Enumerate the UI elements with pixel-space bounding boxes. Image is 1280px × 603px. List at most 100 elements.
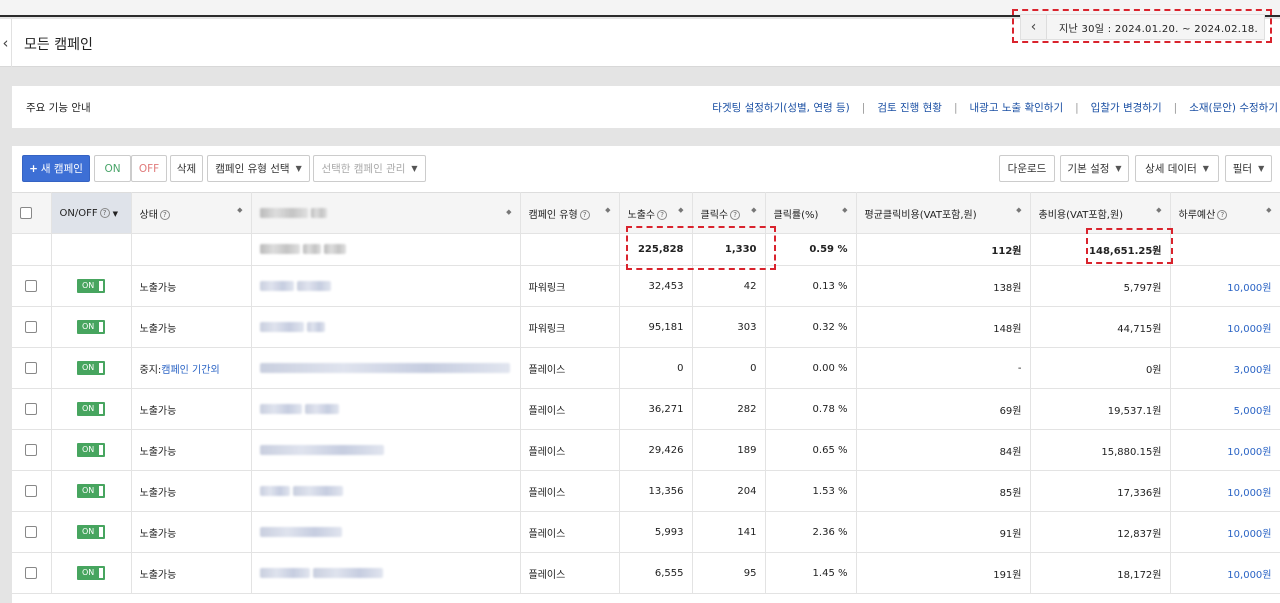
header-campaign-name[interactable]: ◆: [251, 192, 521, 234]
on-toggle[interactable]: ON: [77, 279, 105, 293]
clicks-cell: 42: [692, 265, 766, 307]
header-clicks[interactable]: 클릭수? ◆: [692, 192, 766, 234]
impressions-cell: 0: [619, 347, 693, 389]
header-total-cost[interactable]: 총비용(VAT포함,원) ◆: [1030, 192, 1171, 234]
row-select-cell: [12, 429, 52, 471]
sort-icon[interactable]: ◆: [842, 206, 847, 214]
campaign-name-cell[interactable]: [251, 470, 521, 512]
campaign-name-cell[interactable]: [251, 552, 521, 594]
campaign-name-cell[interactable]: [251, 347, 521, 389]
table-row[interactable]: ON 노출가능 플레이스 13,356 204 1.53 % 85원 17,336원 10,0…: [12, 470, 1280, 512]
daily-budget-link[interactable]: 10,000원: [1170, 552, 1280, 594]
row-checkbox[interactable]: [25, 526, 38, 538]
campaign-name-cell[interactable]: [251, 429, 521, 471]
select-all-checkbox[interactable]: [20, 207, 32, 219]
impressions-cell: 95,181: [619, 306, 693, 348]
table-row[interactable]: ON 노출가능 플레이스 5,993 141 2.36 % 91원 12,837원 10,000…: [12, 511, 1280, 553]
daily-budget-link[interactable]: 10,000원: [1170, 511, 1280, 553]
delete-button[interactable]: 삭제: [170, 155, 203, 182]
guide-link-my-ad-check[interactable]: 내광고 노출 확인하기: [970, 100, 1064, 115]
guide-link-review-status[interactable]: 검토 진행 현황: [877, 100, 942, 115]
separator: |: [861, 101, 866, 114]
summary-avg-cpc: 112원: [856, 233, 1031, 266]
daily-budget-link[interactable]: 10,000원: [1170, 429, 1280, 471]
campaign-type-select[interactable]: 캠페인 유형 선택 ▼: [207, 155, 310, 182]
on-button[interactable]: ON: [94, 155, 131, 182]
basic-settings-select[interactable]: 기본 설정 ▼: [1060, 155, 1129, 182]
campaign-name-cell[interactable]: [251, 388, 521, 430]
help-icon[interactable]: ?: [159, 209, 170, 220]
campaign-name-cell[interactable]: [251, 265, 521, 307]
manage-selected-select[interactable]: 선택한 캠페인 관리 ▼: [313, 155, 426, 182]
help-icon[interactable]: ?: [579, 209, 590, 220]
ctr-cell: 0.13 %: [765, 265, 857, 307]
guide-link-targeting[interactable]: 타겟팅 설정하기(성별, 연령 등): [712, 100, 849, 115]
help-icon[interactable]: ?: [657, 209, 668, 220]
avg-cpc-cell: -: [856, 347, 1031, 389]
table-row[interactable]: ON 노출가능 파워링크 95,181 303 0.32 % 148원 44,715원 10,…: [12, 306, 1280, 348]
header-onoff[interactable]: ON/OFF? ▼: [51, 192, 132, 234]
daily-budget-link[interactable]: 10,000원: [1170, 306, 1280, 348]
header-avg-cpc[interactable]: 평균클릭비용(VAT포함,원) ◆: [856, 192, 1031, 234]
sort-icon[interactable]: ◆: [506, 208, 511, 216]
guide-link-edit-creative[interactable]: 소재(문안) 수정하기: [1189, 100, 1278, 115]
blurred-text: [302, 244, 321, 254]
sort-icon[interactable]: ◆: [605, 206, 610, 214]
row-checkbox[interactable]: [25, 362, 38, 374]
help-icon[interactable]: ?: [730, 209, 741, 220]
header-impressions[interactable]: 노출수? ◆: [619, 192, 693, 234]
status-link[interactable]: 캠페인 기간외: [161, 365, 219, 376]
table-row[interactable]: ON 중지:캠페인 기간외 플레이스 0 0 0.00 % -0원 3,000원: [12, 347, 1280, 389]
daily-budget-link[interactable]: 3,000원: [1170, 347, 1280, 389]
table-row[interactable]: ON 노출가능 플레이스 29,426 189 0.65 % 84원 15,880.15원 10…: [12, 429, 1280, 471]
help-icon[interactable]: ?: [99, 207, 110, 218]
ctr-cell: 2.36 %: [765, 511, 857, 553]
blurred-campaign-name: [259, 526, 342, 537]
sort-icon[interactable]: ◆: [678, 206, 683, 214]
row-checkbox[interactable]: [25, 403, 38, 415]
filter-select[interactable]: 필터 ▼: [1225, 155, 1272, 182]
new-campaign-button[interactable]: + 새 캠페인: [22, 155, 90, 182]
row-checkbox[interactable]: [25, 321, 38, 333]
impressions-cell: 29,426: [619, 429, 693, 471]
header-ctr[interactable]: 클릭률(%) ◆: [765, 192, 857, 234]
detail-data-select[interactable]: 상세 데이터 ▼: [1135, 155, 1219, 182]
download-button[interactable]: 다운로드: [999, 155, 1055, 182]
campaign-table: ON/OFF? ▼ 상태? ◆ ◆ 캠페인 유형? ◆ 노출수? ◆ 클릭수? ◆ 클릭률…: [12, 192, 1280, 594]
on-toggle[interactable]: ON: [77, 402, 105, 416]
sort-icon[interactable]: ◆: [1156, 206, 1161, 214]
header-campaign-type[interactable]: 캠페인 유형? ◆: [520, 192, 620, 234]
on-toggle[interactable]: ON: [77, 525, 105, 539]
guide-link-change-bid[interactable]: 입찰가 변경하기: [1091, 100, 1162, 115]
row-checkbox[interactable]: [25, 280, 38, 292]
sort-icon[interactable]: ◆: [751, 206, 756, 214]
on-toggle[interactable]: ON: [77, 484, 105, 498]
daily-budget-link[interactable]: 5,000원: [1170, 388, 1280, 430]
on-toggle[interactable]: ON: [77, 566, 105, 580]
daily-budget-link[interactable]: 10,000원: [1170, 470, 1280, 512]
avg-cpc-cell: 91원: [856, 511, 1031, 553]
impressions-cell: 32,453: [619, 265, 693, 307]
table-row[interactable]: ON 노출가능 플레이스 36,271 282 0.78 % 69원 19,537.1원 5,…: [12, 388, 1280, 430]
table-row[interactable]: ON 노출가능 파워링크 32,453 42 0.13 % 138원 5,797원 10,00…: [12, 265, 1280, 307]
on-toggle[interactable]: ON: [77, 320, 105, 334]
sort-icon[interactable]: ◆: [1016, 206, 1021, 214]
ctr-cell: 0.65 %: [765, 429, 857, 471]
row-checkbox[interactable]: [25, 485, 38, 497]
table-row[interactable]: ON 노출가능 플레이스 6,555 95 1.45 % 191원 18,172원 10,00…: [12, 552, 1280, 594]
campaign-name-cell[interactable]: [251, 306, 521, 348]
on-toggle[interactable]: ON: [77, 443, 105, 457]
header-daily-budget[interactable]: 하루예산? ◆: [1170, 192, 1280, 234]
blurred-campaign-name: [259, 280, 294, 291]
row-checkbox[interactable]: [25, 444, 38, 456]
help-icon[interactable]: ?: [1217, 209, 1228, 220]
row-checkbox[interactable]: [25, 567, 38, 579]
on-toggle[interactable]: ON: [77, 361, 105, 375]
off-button[interactable]: OFF: [131, 155, 167, 182]
header-status[interactable]: 상태? ◆: [131, 192, 252, 234]
daily-budget-link[interactable]: 10,000원: [1170, 265, 1280, 307]
sort-icon[interactable]: ◆: [237, 206, 242, 214]
campaign-name-cell[interactable]: [251, 511, 521, 553]
sort-icon[interactable]: ◆: [1266, 206, 1271, 214]
chevron-left-icon[interactable]: ‹: [0, 19, 12, 67]
